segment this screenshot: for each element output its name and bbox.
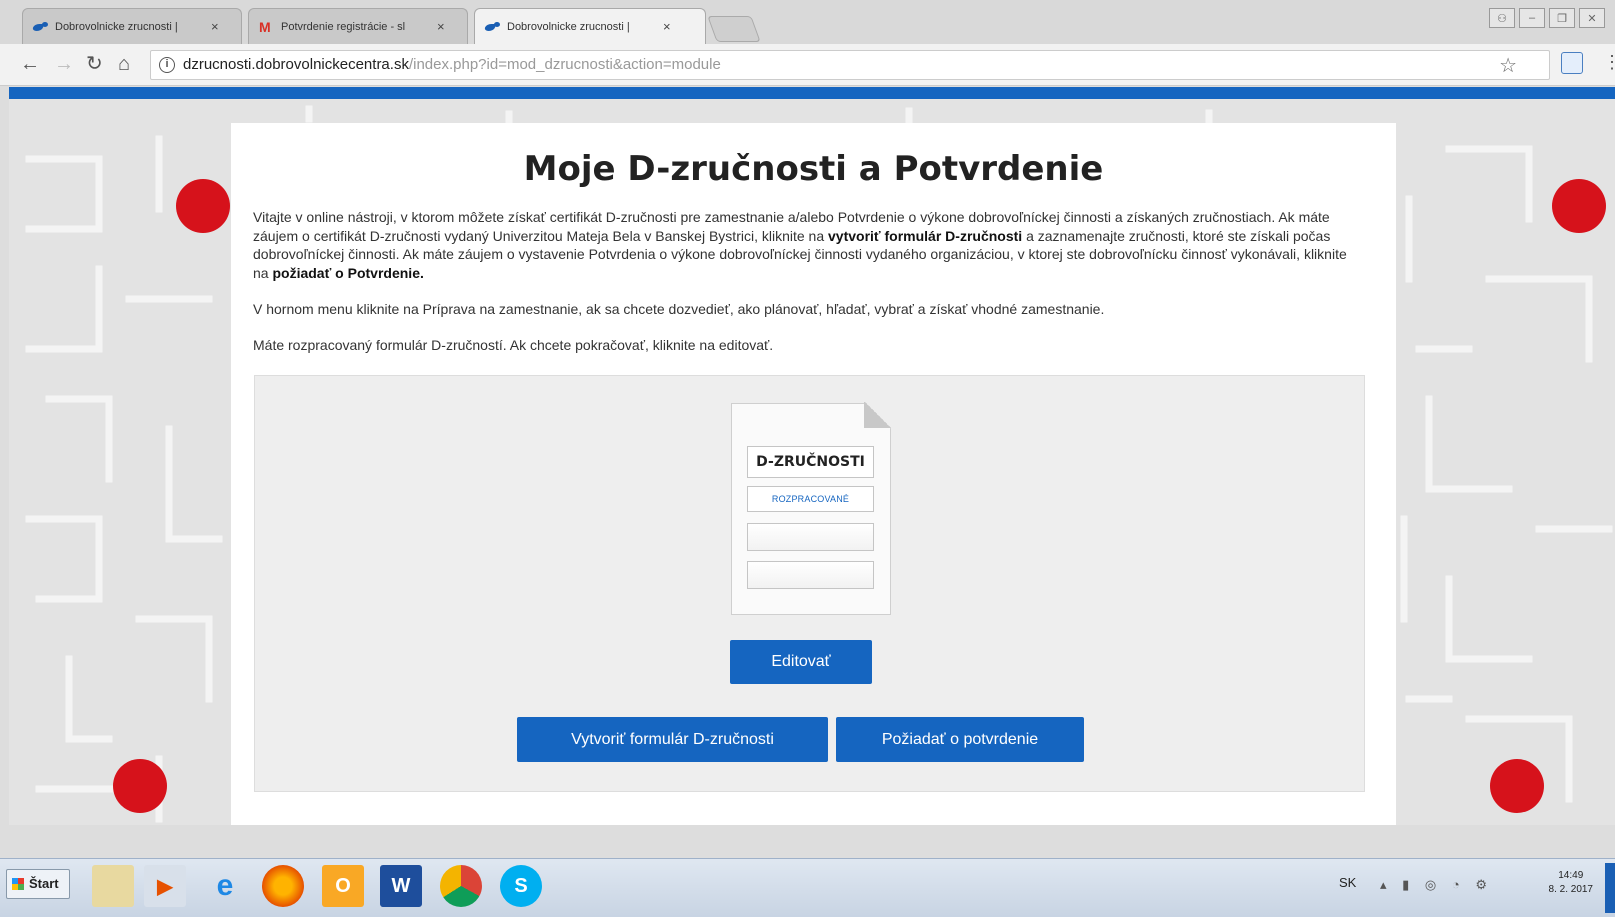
create-form-button[interactable]: Vytvoriť formulár D-zručnosti [517,717,828,762]
bookmark-star-icon[interactable]: ☆ [1499,53,1517,78]
internet-explorer-icon[interactable]: e [204,865,246,907]
document-title: D-ZRUČNOSTI [747,446,874,478]
show-desktop-button[interactable] [1605,863,1615,913]
document-field-placeholder [747,561,874,589]
content-card: Moje D-zručnosti a Potvrdenie Vitajte v … [231,123,1396,825]
close-window-icon[interactable]: ✕ [1579,8,1605,28]
draft-status-badge: ROZPRACOVANÉ [747,486,874,512]
decorative-red-dot [113,759,167,813]
browser-toolbar: ← → ↻ ⌂ i dzrucnosti.dobrovolnickecentra… [0,44,1615,86]
new-tab-button[interactable] [707,16,761,42]
request-confirmation-button[interactable]: Požiadať o potvrdenie [836,717,1084,762]
info-icon[interactable]: i [159,57,175,73]
page-title: Moje D-zručnosti a Potvrdenie [523,149,1104,189]
word-icon[interactable]: W [380,865,422,907]
browser-tab-2[interactable]: M Potvrdenie registrácie - sl × [248,8,468,44]
home-icon[interactable]: ⌂ [118,54,130,74]
chrome-icon[interactable] [440,865,482,907]
windows-taskbar: Štart ▶ e O W S SK ▴ ▮ ◎ ◔ ⚙ 14:49 8. 2.… [0,858,1615,917]
dobrovolnicke-centra-icon [485,21,501,33]
profile-icon[interactable]: ⚇ [1489,8,1515,28]
minimize-icon[interactable]: – [1519,8,1545,28]
career-prep-text: V hornom menu kliknite na Príprava na za… [253,301,1105,317]
browser-tab-bar: Dobrovolnicke zrucnosti | × M Potvrdenie… [0,0,1615,44]
clock-time: 14:49 [1558,870,1584,881]
request-confirmation-link-text: požiadať o Potvrdenie. [272,264,424,281]
tray-icons[interactable]: ▴ ▮ ◎ ◔ ⚙ [1380,877,1493,893]
site-header-bar [9,87,1615,99]
tab-label: Dobrovolnicke zrucnosti | [55,20,178,33]
firefox-icon[interactable] [262,865,304,907]
edit-button[interactable]: Editovať [730,640,872,684]
document-corner-fold [864,402,892,428]
start-button[interactable]: Štart [6,869,70,899]
address-bar[interactable]: i dzrucnosti.dobrovolnickecentra.sk/inde… [150,50,1550,80]
document-icon: D-ZRUČNOSTI ROZPRACOVANÉ [731,403,891,615]
outlook-icon[interactable]: O [322,865,364,907]
decorative-red-dot [1552,179,1606,233]
clock-date: 8. 2. 2017 [1548,884,1593,895]
decorative-red-dot [176,179,230,233]
form-panel: D-ZRUČNOSTI ROZPRACOVANÉ Editovať Vytvor… [254,375,1365,792]
system-tray: SK ▴ ▮ ◎ ◔ ⚙ 14:49 8. 2. 2017 [1325,863,1615,913]
create-form-link-text: vytvoriť formulár D-zručnosti [828,227,1023,244]
reload-icon[interactable]: ↻ [86,54,103,74]
address-host: dzrucnosti.dobrovolnickecentra.sk [183,56,409,73]
browser-tab-1[interactable]: Dobrovolnicke zrucnosti | × [22,8,242,44]
clock[interactable]: 14:49 8. 2. 2017 [1549,869,1593,897]
document-field-placeholder [747,523,874,551]
browser-menu-icon[interactable]: ⋮ [1603,52,1615,73]
gmail-icon: M [259,18,271,35]
draft-form-text: Máte rozpracovaný formulár D-zručností. … [253,337,774,353]
tab-close-icon[interactable]: × [437,19,445,34]
tab-close-icon[interactable]: × [663,19,671,34]
decorative-red-dot [1490,759,1544,813]
browser-tab-3[interactable]: Dobrovolnicke zrucnosti | × [474,8,706,44]
file-explorer-icon[interactable] [92,865,134,907]
extension-icon[interactable] [1561,52,1583,74]
forward-arrow-icon[interactable]: → [54,54,74,74]
back-arrow-icon[interactable]: ← [20,54,40,74]
address-path: /index.php?id=mod_dzrucnosti&action=modu… [408,56,721,73]
skype-icon[interactable]: S [500,865,542,907]
maximize-icon[interactable]: ❐ [1549,8,1575,28]
intro-text: Vitajte v online nástroji, v ktorom môže… [253,208,1363,282]
media-player-icon[interactable]: ▶ [144,865,186,907]
dobrovolnicke-centra-icon [33,21,49,33]
language-indicator[interactable]: SK [1339,875,1356,890]
window-controls: ⚇ – ❐ ✕ [1489,8,1605,28]
tab-label: Potvrdenie registrácie - sl [281,20,406,33]
tab-label: Dobrovolnicke zrucnosti | [507,20,630,33]
tab-close-icon[interactable]: × [211,19,219,34]
